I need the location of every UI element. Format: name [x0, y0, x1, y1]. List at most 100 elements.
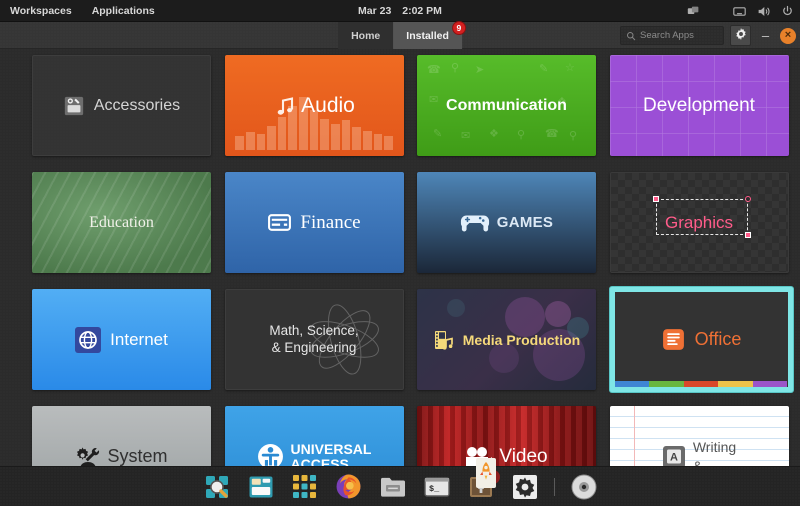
category-cell-video[interactable]: Video: [415, 400, 606, 466]
text-tool-icon: A: [662, 445, 686, 467]
taskbar-dock: $_ 9: [0, 466, 800, 506]
category-cell-development[interactable]: Development: [608, 49, 799, 166]
tile-label: Video: [499, 446, 547, 467]
stripe-segment: [615, 381, 650, 387]
category-cell-accessories[interactable]: Accessories: [30, 49, 221, 166]
tile-media-production[interactable]: Media Production: [417, 289, 596, 390]
app-grid-icon[interactable]: [290, 472, 320, 502]
terminal-icon[interactable]: $_: [422, 472, 452, 502]
time-label[interactable]: 2:02 PM: [402, 5, 442, 17]
tile-communication[interactable]: ☎⚲ ➤✎ ☆✉ ❖✎ ✉❖ ⚲☎ ⚲ Communication: [417, 55, 596, 156]
tile-accessories[interactable]: Accessories: [32, 55, 211, 156]
tile-education[interactable]: Education: [32, 172, 211, 273]
tile-label: GAMES: [497, 214, 554, 231]
svg-text:A: A: [670, 451, 678, 463]
tile-universal-access[interactable]: UNIVERSAL ACCESS: [225, 406, 404, 466]
tile-label: Development: [643, 95, 755, 117]
tile-label: Education: [89, 214, 154, 232]
tile-finance[interactable]: Finance: [225, 172, 404, 273]
music-note-icon: [273, 94, 297, 118]
tile-development[interactable]: Development: [610, 55, 789, 156]
installed-count-badge: 9: [452, 21, 466, 35]
app-finder-icon[interactable]: [202, 472, 232, 502]
display-icon[interactable]: [733, 5, 746, 18]
category-cell-system[interactable]: System: [30, 400, 221, 466]
tile-video[interactable]: Video: [417, 406, 596, 466]
category-cell-games[interactable]: GAMES: [415, 166, 606, 283]
tile-graphics[interactable]: Graphics: [610, 172, 789, 273]
file-manager-icon[interactable]: [378, 472, 408, 502]
header-right-controls: Search Apps – ×: [620, 22, 796, 49]
category-cell-math-science-engineering[interactable]: Math, Science, & Engineering: [223, 283, 414, 400]
category-grid: Accessories Audio ☎⚲ ➤✎: [0, 49, 800, 466]
minimize-button[interactable]: –: [757, 27, 774, 44]
film-music-icon: [433, 328, 457, 352]
software-launcher-icon[interactable]: 9: [466, 472, 496, 502]
app-header-toolbar: Home Installed 9 Search Apps – ×: [0, 22, 800, 49]
toolbox-icon: [63, 95, 85, 117]
window-tiler-icon[interactable]: [246, 472, 276, 502]
workspaces-menu[interactable]: Workspaces: [0, 0, 82, 22]
margin-line-decoration: [634, 406, 635, 466]
tile-math-science-engineering[interactable]: Math, Science, & Engineering: [225, 289, 404, 390]
firefox-icon[interactable]: [334, 472, 364, 502]
category-cell-education[interactable]: Education: [30, 166, 221, 283]
category-cell-internet[interactable]: Internet: [30, 283, 221, 400]
tile-label: UNIVERSAL ACCESS: [291, 442, 372, 466]
grid-row: System UNIVERSAL ACCESS Video: [0, 400, 800, 466]
grid-row: Accessories Audio ☎⚲ ➤✎: [0, 49, 800, 166]
gear-wrench-icon: [75, 444, 101, 467]
category-cell-communication[interactable]: ☎⚲ ➤✎ ☆✉ ❖✎ ✉❖ ⚲☎ ⚲ Communication: [415, 49, 606, 166]
stripe-segment: [649, 381, 684, 387]
tile-label: Audio: [301, 94, 355, 118]
search-input[interactable]: Search Apps: [620, 26, 724, 45]
gear-icon: [735, 27, 747, 45]
tab-bar: Home Installed 9: [338, 22, 462, 49]
power-icon[interactable]: [781, 5, 794, 18]
dock-separator: [554, 478, 555, 496]
tile-label: Media Production: [463, 332, 580, 348]
category-cell-media-production[interactable]: Media Production: [415, 283, 606, 400]
category-cell-audio[interactable]: Audio: [223, 49, 414, 166]
category-cell-universal-access[interactable]: UNIVERSAL ACCESS: [223, 400, 414, 466]
tile-writing[interactable]: A Writing &: [610, 406, 789, 466]
category-cell-graphics[interactable]: Graphics: [608, 166, 799, 283]
tile-office[interactable]: Office: [610, 287, 793, 392]
tab-installed-label: Installed: [406, 30, 449, 42]
system-tray: [687, 0, 794, 22]
disc-icon[interactable]: [569, 472, 599, 502]
date-label[interactable]: Mar 23: [358, 5, 391, 17]
tile-internet[interactable]: Internet: [32, 289, 211, 390]
tab-home-label: Home: [351, 30, 380, 42]
tab-installed[interactable]: Installed 9: [393, 22, 462, 49]
volume-icon[interactable]: [757, 5, 770, 18]
tile-system[interactable]: System: [32, 406, 211, 466]
settings-button[interactable]: [730, 25, 751, 46]
settings-icon[interactable]: [510, 472, 540, 502]
rocket-launch-icon: [476, 458, 496, 488]
tile-label: Accessories: [94, 97, 180, 115]
tile-audio[interactable]: Audio: [225, 55, 404, 156]
tile-label: Office: [695, 329, 742, 350]
accessibility-icon: [257, 443, 284, 466]
category-cell-writing[interactable]: A Writing &: [608, 400, 799, 466]
tile-label: Internet: [110, 330, 168, 350]
selection-handle-icon: [745, 196, 751, 202]
category-cell-office[interactable]: Office: [608, 283, 799, 400]
tile-label: Graphics: [665, 213, 733, 233]
credit-card-icon: [267, 210, 292, 235]
document-icon: [661, 327, 686, 352]
tile-games[interactable]: GAMES: [417, 172, 596, 273]
tile-label: Finance: [300, 212, 360, 234]
windows-switcher-icon[interactable]: [687, 5, 700, 18]
grid-row: Internet Math, Science, & Engineering: [0, 283, 800, 400]
gamepad-icon: [460, 212, 490, 234]
applications-menu[interactable]: Applications: [82, 0, 165, 22]
close-button[interactable]: ×: [780, 28, 796, 44]
category-cell-finance[interactable]: Finance: [223, 166, 414, 283]
stripe-segment: [684, 381, 719, 387]
tile-label: Writing &: [693, 438, 736, 466]
tab-home[interactable]: Home: [338, 22, 393, 49]
search-icon: [626, 31, 636, 41]
tile-label: Math, Science, & Engineering: [269, 323, 358, 357]
